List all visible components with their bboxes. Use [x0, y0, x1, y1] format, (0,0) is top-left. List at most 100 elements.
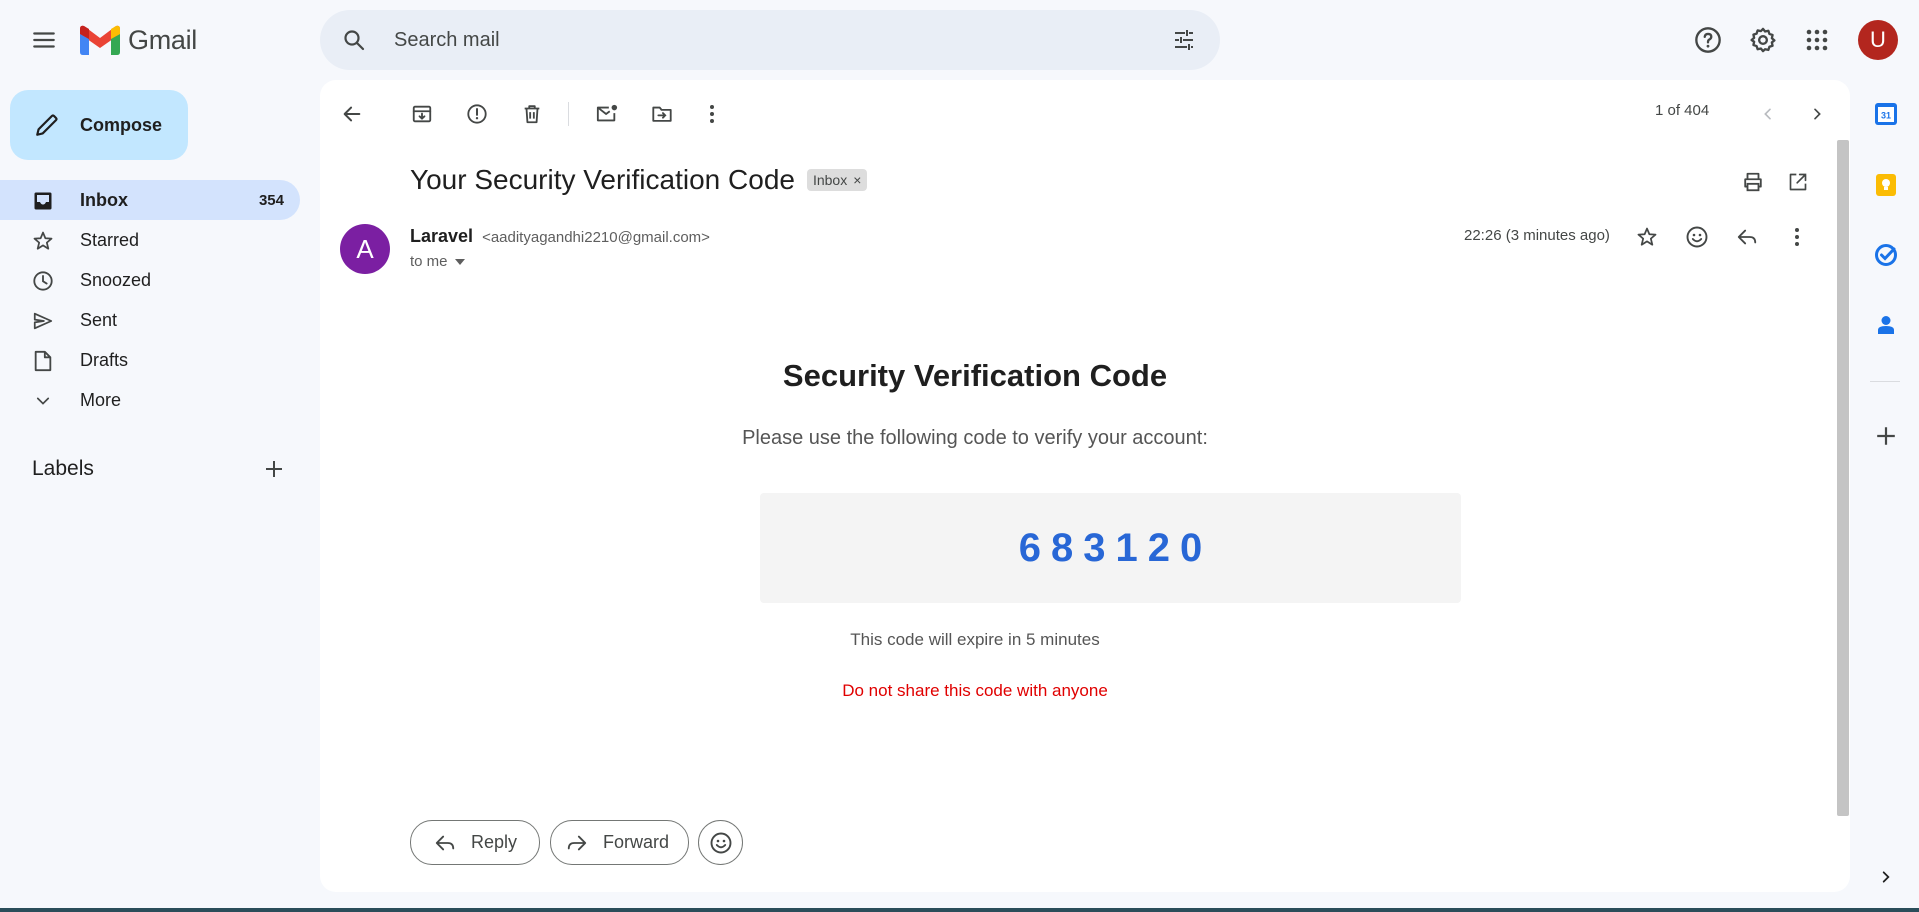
print-button[interactable]: [1733, 162, 1773, 202]
apps-button[interactable]: [1797, 20, 1837, 60]
delete-button[interactable]: [512, 94, 552, 134]
move-to-folder-icon: [652, 106, 672, 122]
emoji-icon: [1686, 226, 1708, 248]
keep-app-button[interactable]: [1872, 171, 1900, 199]
message-heading: Security Verification Code: [782, 358, 1168, 393]
label-badge-text: Inbox: [812, 172, 848, 188]
add-reaction-button[interactable]: [1677, 217, 1717, 257]
pencil-icon: [32, 110, 62, 140]
sidebar-item-label: Sent: [80, 309, 118, 330]
tasks-check-icon: [1875, 244, 1897, 266]
hamburger-menu-icon: [33, 32, 55, 48]
sidebar-item-label: Drafts: [80, 349, 129, 370]
clock-icon: [32, 270, 54, 292]
report-icon: [467, 104, 487, 124]
recipient-details-toggle[interactable]: to me: [410, 253, 466, 270]
emoji-icon: [710, 832, 731, 853]
search-icon: [344, 30, 365, 51]
forward-button[interactable]: Forward: [550, 820, 689, 865]
star-outline-icon: [1637, 227, 1657, 246]
older-button[interactable]: [1797, 94, 1837, 134]
reply-button[interactable]: Reply: [410, 820, 540, 865]
mark-unread-button[interactable]: [587, 94, 627, 134]
settings-button[interactable]: [1743, 20, 1783, 60]
plus-icon: [1877, 427, 1895, 445]
main-menu-button[interactable]: [20, 16, 68, 64]
unread-count: 354: [258, 191, 284, 209]
side-panel-divider: [1870, 381, 1900, 382]
gmail-logo[interactable]: Gmail: [80, 20, 197, 60]
compose-button[interactable]: Compose: [10, 90, 188, 160]
sender-info: Laravel <aadityagandhi2210@gmail.com>: [410, 226, 710, 247]
labels-heading: Labels: [32, 457, 94, 480]
search-button[interactable]: [334, 20, 374, 60]
support-button[interactable]: [1688, 20, 1728, 60]
star-button[interactable]: [1627, 217, 1667, 257]
search-input[interactable]: [374, 22, 1134, 58]
scrollbar[interactable]: [1837, 140, 1849, 816]
label-badge: Inbox ×: [806, 169, 868, 191]
star-icon: [32, 230, 54, 252]
sidebar-item-label: Inbox: [80, 189, 128, 210]
message-more-button[interactable]: [1777, 217, 1817, 257]
more-vert-icon: [1795, 228, 1799, 246]
open-in-new-icon: [1789, 173, 1807, 191]
svg-text:31: 31: [1881, 111, 1891, 121]
more-vert-icon: [710, 105, 714, 123]
report-spam-button[interactable]: [457, 94, 497, 134]
chevron-right-icon: [1814, 108, 1821, 120]
sidebar-nav: Inbox 354 Starred Snoozed Sent Drafts Mo…: [0, 180, 300, 420]
contacts-app-button[interactable]: [1872, 311, 1900, 339]
account-avatar[interactable]: U: [1858, 20, 1898, 60]
calendar-app-button[interactable]: 31: [1872, 100, 1900, 128]
move-to-button[interactable]: [642, 94, 682, 134]
sidebar-item-more[interactable]: More: [0, 380, 300, 420]
get-addons-button[interactable]: [1872, 422, 1900, 450]
apps-grid-icon: [1806, 29, 1828, 51]
security-warning: Do not share this code with anyone: [842, 681, 1108, 700]
gear-icon: [1750, 27, 1776, 53]
archive-button[interactable]: [402, 94, 442, 134]
message-instruction: Please use the following code to verify …: [742, 427, 1208, 449]
sidebar-item-drafts[interactable]: Drafts: [0, 340, 300, 380]
remove-label-button[interactable]: ×: [853, 172, 861, 188]
emoji-reaction-button[interactable]: [698, 820, 743, 865]
search-bar: [320, 10, 1220, 70]
archive-icon: [412, 105, 432, 123]
draft-icon: [32, 350, 54, 372]
mark-unread-icon: [596, 104, 618, 122]
toolbar-divider: [568, 102, 569, 126]
sidebar-item-label: Starred: [80, 229, 140, 250]
back-button[interactable]: [332, 94, 372, 134]
reply-label: Reply: [471, 832, 518, 852]
search-options-button[interactable]: [1164, 20, 1204, 60]
chevron-down-icon: [32, 390, 54, 412]
email-timestamp: 22:26 (3 minutes ago): [1464, 227, 1610, 244]
arrow-back-icon: [343, 106, 361, 122]
newer-button[interactable]: [1748, 94, 1788, 134]
sidebar-item-sent[interactable]: Sent: [0, 300, 300, 340]
email-view: 1 of 404 Your Security Verification Code…: [320, 80, 1850, 892]
subject-row: Your Security Verification Code Inbox ×: [410, 160, 868, 200]
help-icon: [1695, 27, 1721, 53]
reply-icon-button[interactable]: [1727, 217, 1767, 257]
keep-bulb-icon: [1876, 174, 1896, 196]
tune-icon: [1175, 30, 1193, 50]
open-new-window-button[interactable]: [1778, 162, 1818, 202]
sender-avatar[interactable]: A: [340, 224, 390, 274]
sidebar-item-inbox[interactable]: Inbox 354: [0, 180, 300, 220]
calendar-icon: 31: [1875, 103, 1897, 125]
sidebar-item-snoozed[interactable]: Snoozed: [0, 260, 300, 300]
verification-code: 683120: [1018, 525, 1213, 570]
sidebar-item-starred[interactable]: Starred: [0, 220, 300, 260]
trash-icon: [524, 105, 540, 124]
tasks-app-button[interactable]: [1872, 241, 1900, 269]
show-side-panel-button[interactable]: [1872, 863, 1900, 891]
contacts-person-icon: [1878, 316, 1894, 334]
sender-name[interactable]: Laravel: [410, 226, 473, 246]
chevron-left-icon: [1764, 108, 1771, 120]
app-name: Gmail: [128, 24, 198, 55]
print-icon: [1744, 172, 1762, 192]
create-label-button[interactable]: [260, 455, 288, 483]
more-options-button[interactable]: [692, 94, 732, 134]
